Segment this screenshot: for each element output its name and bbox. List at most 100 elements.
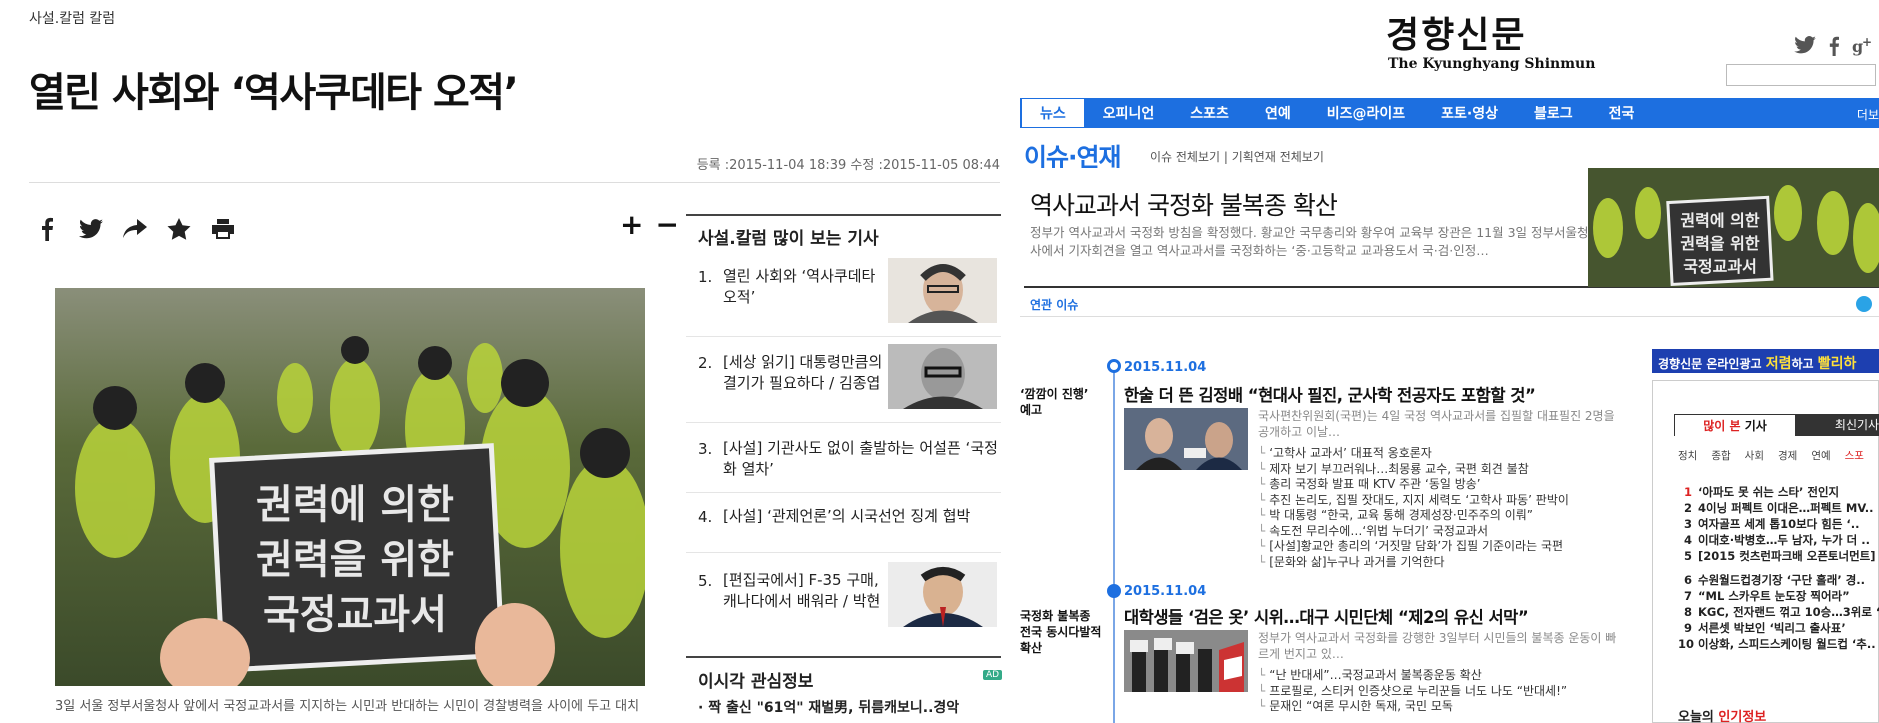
popular-item[interactable]: 9 서른셋 박보인 ‘빅리그 출사표’ [1678, 620, 1879, 636]
font-decrease-button[interactable]: − [655, 208, 678, 241]
interest-info-link[interactable]: · 짝 출신 "61억" 재벌男, 뒤름캐보니..경악 [698, 697, 959, 717]
most-read-item[interactable]: 5. [편집국에서] F-35 구매, 캐나다에서 배워라 / 박현 [698, 562, 998, 642]
timeline-sub-link[interactable]: └ 박 대통령 “한국, 교육 통해 경제성장·민주주의 이뤄” [1258, 508, 1569, 524]
timeline-sub-link[interactable]: └ 추진 논리도, 집필 잣대도, 지지 세력도 ‘고학사 파동’ 판박이 [1258, 493, 1569, 509]
nav-bizlife[interactable]: 비즈@라이프 [1309, 103, 1423, 123]
item-title[interactable]: [사설] ‘관제언론’의 시국선언 징계 협박 [723, 506, 1003, 527]
related-issues-label[interactable]: 연관 이슈 [1030, 296, 1078, 313]
photo-sign-line-3: 국정교과서 [263, 592, 447, 638]
most-read-item[interactable]: 2. [세상 읽기] 대통령만큼의 결기가 필요하다 / 김종엽 [698, 344, 998, 424]
item-thumbnail[interactable] [888, 258, 997, 323]
divider [29, 182, 1000, 183]
timeline-date: 2015.11.04 [1124, 360, 1207, 375]
today-popular-info[interactable]: 오늘의 인기정보 [1678, 706, 1766, 723]
main-nav: 뉴스 오피니언 스포츠 연예 비즈@라이프 포토·영상 블로그 전국 더보 [1020, 98, 1879, 128]
share-icon[interactable] [122, 216, 148, 242]
timeline-sub-link[interactable]: └ [문화와 삶]누구나 과거를 기억한다 [1258, 555, 1569, 571]
item-title[interactable]: [세상 읽기] 대통령만큼의 결기가 필요하다 / 김종엽 [723, 352, 883, 394]
timeline-description: 국사편찬위원회(국편)는 4일 국정 역사교과서를 집필할 대표필진 2명을 공… [1258, 409, 1615, 439]
cat-entertainment[interactable]: 연예 [1811, 448, 1830, 463]
issue-links[interactable]: 이슈 전체보기 | 기획연재 전체보기 [1150, 148, 1324, 165]
item-number: 3. [698, 440, 713, 458]
popular-item[interactable]: 1 ‘아파도 못 쉬는 스타’ 전인지 [1678, 484, 1879, 500]
print-icon[interactable] [210, 216, 236, 242]
feature-title[interactable]: 역사교과서 국정화 불복종 확산 [1030, 186, 1338, 222]
divider [686, 336, 1001, 337]
timeline-date: 2015.11.04 [1124, 584, 1207, 599]
timeline-sub-link[interactable]: └ 속도전 무리수에…‘위법 누더기’ 국정교과서 [1258, 524, 1569, 540]
timeline-sub-list: └ ‘고학사 교과서’ 대표적 옹호론자 └ 제자 보기 부끄러워나…최몽룡 교수,… [1258, 446, 1569, 570]
nav-entertainment[interactable]: 연예 [1247, 103, 1309, 123]
nav-more[interactable]: 더보 [1857, 106, 1879, 123]
nav-opinion[interactable]: 오피니언 [1085, 103, 1173, 123]
timeline-sub-link[interactable]: └ 총리 국정화 발표 때 KTV 주관 ‘동일 방송’ [1258, 477, 1569, 493]
nav-sports[interactable]: 스포츠 [1172, 103, 1247, 123]
feature-photo[interactable]: 권력에 의한 권력을 위한 국정교과서 [1588, 168, 1879, 287]
facebook-icon[interactable] [34, 216, 60, 242]
googleplus-icon[interactable]: g + [1852, 35, 1874, 60]
font-increase-button[interactable]: + [620, 208, 643, 241]
timeline-sub-link[interactable]: └ 문재인 “여론 무시한 독재, 국민 모독 [1258, 699, 1567, 715]
nav-blog[interactable]: 블로그 [1516, 103, 1591, 123]
timeline-dot [1107, 359, 1121, 373]
font-size-controls: + − [620, 208, 679, 241]
popular-categories: 정치 종합 사회 경제 연예 스포 [1678, 448, 1864, 463]
timeline-sub-link[interactable]: └ 프로필로, 스티커 인증샷으로 누리꾼들 너도 나도 “반대세!” [1258, 684, 1567, 700]
popular-item[interactable]: 5 [2015 컷츠런파크배 오픈토너먼트] .. [1678, 548, 1879, 564]
popular-item[interactable]: 10 이상화, 스피드스케이팅 월드컵 ‘추.. [1678, 636, 1879, 652]
popular-item[interactable]: 3 여자골프 세계 톱10보다 힘든 ‘.. [1678, 516, 1879, 532]
timeline-sub-link[interactable]: └ 제자 보기 부끄러워나…최몽룡 교수, 국편 회견 불참 [1258, 462, 1569, 478]
popular-item[interactable]: 2 4이닝 퍼펙트 이대은…퍼펙트 MV.. [1678, 500, 1879, 516]
star-icon[interactable] [166, 216, 192, 242]
social-links: g + [1794, 35, 1874, 60]
popular-item[interactable]: 7 “ML 스카우트 눈도장 찍어라” [1678, 588, 1879, 604]
timeline-sub-list: └ “난 반대세”…국정교과서 불복종운동 확산 └ 프로필로, 스티커 인증샷으로… [1258, 668, 1567, 715]
nav-photo-video[interactable]: 포토·영상 [1423, 103, 1516, 123]
popular-item[interactable]: 4 이대호·박병호…두 남자, 누가 더 .. [1678, 532, 1879, 548]
twitter-icon[interactable] [78, 216, 104, 242]
timeline-tag: 국정화 불복종 전국 동시다발적 확산 [1020, 609, 1102, 655]
tab-most-viewed[interactable]: 많이 본 기사 [1674, 414, 1796, 436]
timeline-sub-link[interactable]: └ [사설]황교안 총리의 ‘거짓말 담화’가 집필 기준이라는 국편 [1258, 539, 1569, 555]
timeline-thumbnail[interactable] [1124, 408, 1248, 470]
search-input[interactable] [1726, 64, 1876, 86]
cat-society[interactable]: 사회 [1745, 448, 1764, 463]
twitter-icon[interactable] [1794, 36, 1816, 60]
timeline-sub-link[interactable]: └ “난 반대세”…국정교과서 불복종운동 확산 [1258, 668, 1567, 684]
item-thumbnail[interactable] [888, 344, 997, 409]
cat-sports[interactable]: 스포 [1845, 448, 1864, 463]
timeline-sub-link[interactable]: └ ‘고학사 교과서’ 대표적 옹호론자 [1258, 446, 1569, 462]
article-headline: 열린 사회와 ‘역사쿠데타 오적’ [29, 70, 519, 116]
cat-economy[interactable]: 경제 [1778, 448, 1797, 463]
site-logo-english[interactable]: The Kyunghyang Shinmun [1388, 56, 1595, 72]
nav-national[interactable]: 전국 [1591, 103, 1653, 123]
popular-item[interactable]: 8 KGC, 전자랜드 꺾고 10승…3위로 ‘.. [1678, 604, 1879, 620]
item-number: 4. [698, 508, 713, 526]
timeline-headline[interactable]: 대학생들 ‘검은 옷’ 시위…대구 시민단체 “제2의 유신 서막” [1124, 604, 1529, 628]
item-title[interactable]: [편집국에서] F-35 구매, 캐나다에서 배워라 / 박현 [723, 570, 883, 612]
cat-general[interactable]: 종합 [1711, 448, 1730, 463]
popular-item[interactable]: 6 수원월드컵경기장 ‘구단 홀래’ 경.. [1678, 572, 1879, 588]
photo-caption: 3일 서울 정부서울청사 앞에서 국정교과서를 지지하는 시민과 반대하는 시민… [55, 699, 640, 714]
timeline-thumbnail[interactable] [1124, 630, 1248, 692]
article-dates: 등록 :2015-11-04 18:39 수정 :2015-11-05 08:4… [696, 158, 1000, 173]
item-thumbnail[interactable] [888, 562, 997, 627]
timeline-headline[interactable]: 한술 더 뜬 김정배 “현대사 필진, 군사학 전공자도 포함할 것” [1124, 382, 1536, 406]
divider [686, 422, 1001, 423]
item-title[interactable]: 열린 사회와 ‘역사쿠데타 오적’ [723, 266, 883, 308]
most-read-item[interactable]: 1. 열린 사회와 ‘역사쿠데타 오적’ [698, 258, 998, 338]
nav-news[interactable]: 뉴스 [1021, 98, 1085, 128]
site-logo[interactable]: 경향신문 [1386, 6, 1526, 58]
facebook-icon[interactable] [1828, 36, 1840, 60]
section-breadcrumb[interactable]: 사설.칼럼 칼럼 [29, 8, 115, 28]
kyunghyang-pane: 경향신문 The Kyunghyang Shinmun g + 뉴스 오피니언 스… [1018, 0, 1879, 723]
cat-politics[interactable]: 정치 [1678, 448, 1697, 463]
twitter-icon[interactable] [1856, 296, 1872, 312]
tab-latest[interactable]: 최신기사 [1796, 414, 1879, 436]
item-title[interactable]: [사설] 기관사도 없이 출발하는 어설픈 ‘국정화 열차’ [723, 438, 1003, 480]
divider [686, 552, 1001, 553]
online-ad-banner[interactable]: 경향신문 온라인광고 저렴하고 빨리하 [1652, 349, 1879, 373]
divider [1020, 316, 1879, 317]
sidebar-top-border [686, 214, 1001, 216]
interest-info-title: 이시각 관심정보 [698, 672, 814, 692]
